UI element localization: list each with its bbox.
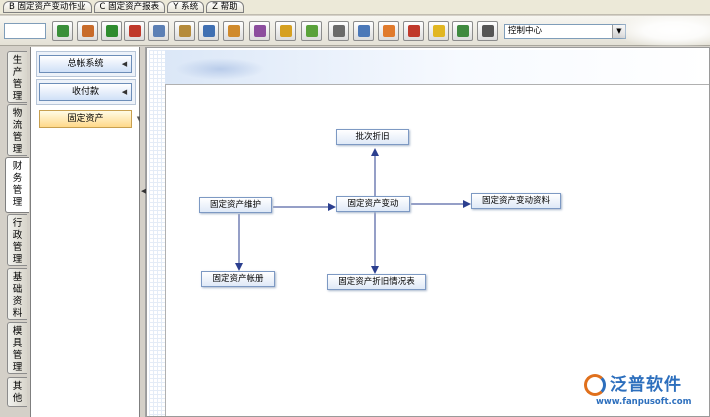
node-asset-ledger[interactable]: 固定资产帐册 [201, 271, 275, 287]
brand-name: 泛普软件 [610, 375, 682, 395]
node-asset-maintenance[interactable]: 固定资产维护 [199, 197, 272, 213]
node-batch-depreciation[interactable]: 批次折旧 [336, 129, 409, 145]
brand-logo: 泛普软件 www.fanpusoft.com [584, 370, 708, 414]
node-depreciation-report[interactable]: 固定资产折旧情况表 [327, 274, 426, 290]
tab-label: 财务管理 [12, 161, 23, 208]
node-asset-change-data[interactable]: 固定资产变动资料 [471, 193, 561, 209]
node-asset-change[interactable]: 固定资产变动 [336, 196, 410, 212]
brand-url: www.fanpusoft.com [596, 397, 692, 407]
brand-logo-icon [584, 374, 606, 396]
tab-finance[interactable]: 财务管理 [5, 157, 29, 213]
